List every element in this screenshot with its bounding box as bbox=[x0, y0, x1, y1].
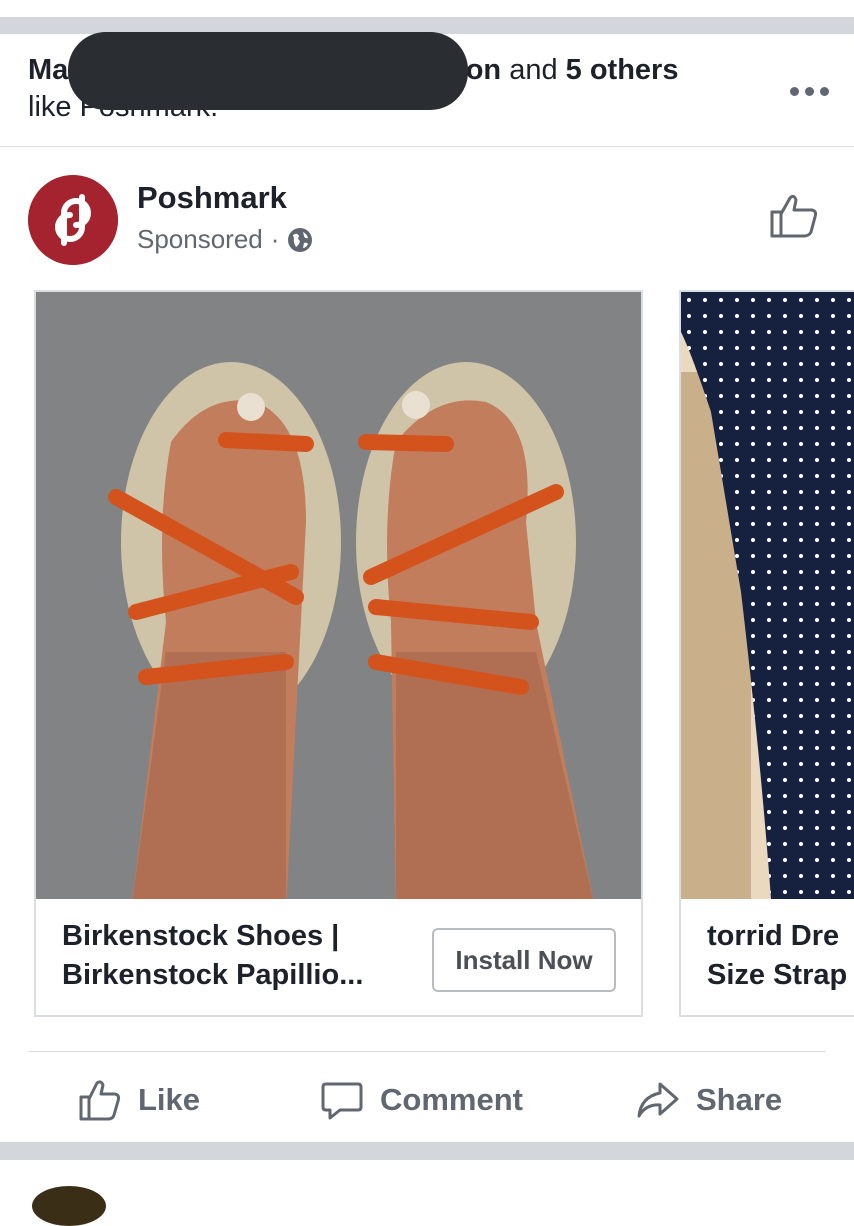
carousel-card[interactable]: torrid Dre Size Strap bbox=[679, 290, 854, 1017]
social-and: and bbox=[501, 54, 566, 86]
page-avatar[interactable] bbox=[28, 175, 118, 265]
comment-button[interactable]: Comment bbox=[320, 1075, 523, 1125]
share-button[interactable]: Share bbox=[636, 1075, 782, 1125]
like-label: Like bbox=[138, 1082, 201, 1117]
friend-name-start[interactable]: Ma bbox=[28, 54, 68, 86]
globe-icon bbox=[288, 227, 313, 252]
action-bar: Like Comment Share bbox=[0, 1075, 854, 1125]
share-icon bbox=[637, 1082, 679, 1118]
sponsored-text[interactable]: Sponsored bbox=[137, 224, 263, 255]
divider bbox=[0, 146, 854, 147]
comment-label: Comment bbox=[380, 1082, 523, 1117]
share-label: Share bbox=[696, 1082, 783, 1117]
like-icon bbox=[79, 1080, 121, 1121]
product-image-sandals[interactable] bbox=[36, 292, 641, 899]
feed-separator bbox=[0, 1142, 854, 1160]
carousel-card[interactable]: Birkenstock Shoes | Birkenstock Papillio… bbox=[34, 290, 643, 1017]
comment-icon bbox=[321, 1082, 363, 1120]
product-title[interactable]: Birkenstock Shoes | Birkenstock Papillio… bbox=[62, 917, 363, 995]
product-title[interactable]: torrid Dre Size Strap bbox=[707, 917, 847, 995]
more-icon[interactable] bbox=[790, 84, 830, 98]
redaction-bar bbox=[68, 32, 468, 110]
next-post-avatar[interactable] bbox=[32, 1186, 106, 1226]
product-title-line1: Birkenstock Shoes | bbox=[62, 920, 340, 952]
like-button[interactable]: Like bbox=[78, 1075, 200, 1125]
sponsored-label: Sponsored · bbox=[137, 224, 313, 255]
page-name[interactable]: Poshmark bbox=[137, 180, 287, 216]
product-image-dress[interactable] bbox=[681, 292, 854, 899]
divider bbox=[28, 1051, 826, 1052]
product-title-line2: Birkenstock Papillio... bbox=[62, 959, 364, 991]
others-link[interactable]: 5 others bbox=[566, 54, 679, 86]
install-now-button[interactable]: Install Now bbox=[432, 928, 616, 992]
like-page-icon[interactable] bbox=[768, 192, 820, 240]
poshmark-logo bbox=[28, 175, 118, 265]
product-title-line2: Size Strap bbox=[707, 959, 848, 991]
separator-dot: · bbox=[270, 224, 280, 254]
product-title-line1: torrid Dre bbox=[707, 920, 840, 952]
